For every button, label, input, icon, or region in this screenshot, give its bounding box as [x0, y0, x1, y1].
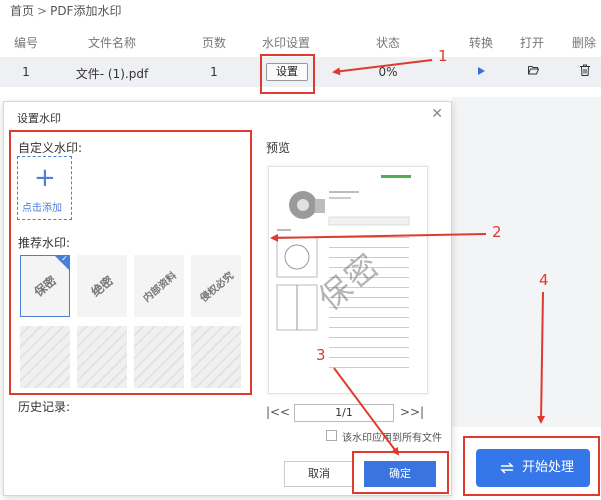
dialog-title: 设置水印	[17, 112, 61, 125]
annotation-number-3: 3	[316, 346, 326, 364]
history-label: 历史记录:	[18, 400, 71, 414]
col-convert: 转换	[468, 36, 494, 50]
col-filename: 文件名称	[87, 36, 137, 50]
trash-icon[interactable]	[580, 64, 590, 76]
annotation-box-1	[260, 54, 315, 94]
col-status: 状态	[375, 36, 401, 50]
table-header: 编号 文件名称 页数 水印设置 状态 转换 打开 删除	[0, 28, 601, 56]
annotation-number-2: 2	[492, 223, 502, 241]
first-page-button[interactable]: |<	[266, 405, 280, 419]
play-icon[interactable]	[478, 67, 485, 75]
close-icon[interactable]: ✕	[431, 106, 443, 122]
cancel-button[interactable]: 取消	[284, 461, 354, 487]
col-delete: 删除	[571, 36, 597, 50]
row-index: 1	[22, 65, 30, 79]
breadcrumb-current: PDF添加水印	[50, 4, 122, 18]
apply-all-label: 该水印应用到所有文件	[342, 433, 442, 444]
col-open: 打开	[519, 36, 545, 50]
breadcrumb-separator: >	[37, 4, 48, 18]
last-page-button[interactable]: >|	[410, 405, 424, 419]
annotation-box-4	[463, 436, 600, 496]
annotation-box-3	[352, 451, 449, 494]
check-icon: ✓	[61, 255, 68, 263]
folder-open-icon[interactable]	[528, 65, 539, 75]
row-status: 0%	[378, 65, 398, 79]
breadcrumb-home[interactable]: 首页	[10, 4, 34, 18]
page-input[interactable]: 1/1	[294, 404, 394, 422]
annotation-number-4: 4	[539, 271, 549, 289]
row-pages: 1	[210, 65, 218, 79]
annotation-number-1: 1	[438, 47, 448, 65]
col-index: 编号	[13, 36, 39, 50]
col-watermark: 水印设置	[261, 36, 311, 50]
preview-label: 预览	[266, 141, 291, 155]
apply-all-checkbox[interactable]	[326, 430, 337, 441]
preview-pane: 保密	[268, 166, 428, 394]
prev-page-button[interactable]: <	[280, 405, 290, 419]
annotation-box-2	[9, 130, 252, 395]
breadcrumb: 首页 > PDF添加水印	[10, 2, 121, 19]
col-pages: 页数	[201, 36, 227, 50]
row-filename: 文件- (1).pdf	[75, 67, 149, 81]
next-page-button[interactable]: >	[400, 405, 410, 419]
pager: |< < 1/1 > >|	[266, 404, 426, 422]
background-panel	[452, 97, 601, 427]
